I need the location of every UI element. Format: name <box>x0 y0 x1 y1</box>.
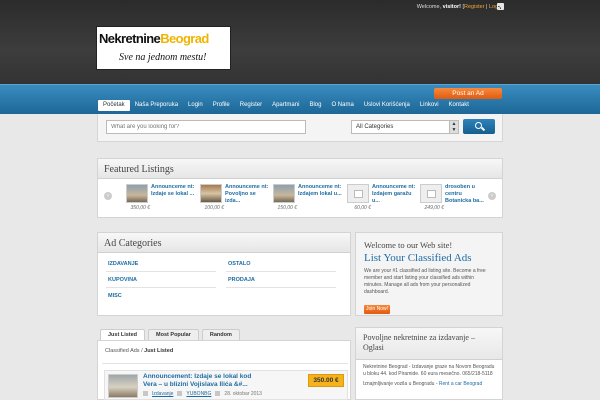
category-link-misc[interactable]: MISC <box>108 293 122 299</box>
featured-item-title[interactable]: drosoben u centru Botanicka ba... <box>445 184 489 205</box>
featured-title: Featured Listings <box>98 159 502 179</box>
welcome-text: Welcome, <box>416 4 443 10</box>
sidebar-ads-text: Nekretnine Beograd - Izdavanje graze na … <box>363 364 495 377</box>
join-now-button[interactable]: Join Now! <box>364 305 390 314</box>
nav-pocetak[interactable]: Početak <box>98 100 130 111</box>
featured-item[interactable]: Announceme nt: Povoljno se izda... 100,0… <box>200 184 270 216</box>
featured-item-price: 150,00 € <box>277 205 297 211</box>
listing-category[interactable]: Izdavanje <box>152 391 173 397</box>
category-link-kupovina[interactable]: KUPOVINA <box>108 277 137 283</box>
user-icon <box>177 391 183 396</box>
select-arrows-icon: ▲ ▼ <box>449 121 458 133</box>
nav-nasa-preporuka[interactable]: Naša Preporuka <box>130 100 183 111</box>
sidebar-ads-box: Povoljne nekretnine za izdavanje – Oglas… <box>355 327 503 400</box>
no-image-thumbnail[interactable] <box>420 184 442 203</box>
nav-blog[interactable]: Blog <box>304 100 326 111</box>
divider <box>106 287 216 288</box>
breadcrumb-root[interactable]: Classified Ads <box>105 348 140 354</box>
listing-thumbnail[interactable] <box>126 184 148 203</box>
post-ad-button[interactable]: Post an Ad <box>434 88 502 99</box>
sidebar-ads-text-2: Iznajmljivanje vozila u Beogradu - Rent … <box>356 378 502 387</box>
featured-item-title[interactable]: Announceme nt: Povoljno se izda... <box>225 184 269 205</box>
logo-slogan: Sve na jednom mestu! <box>119 52 207 63</box>
calendar-icon <box>215 391 221 396</box>
breadcrumb: Classified Ads / Just Listed <box>105 348 173 354</box>
user-bar: Welcome, visitor! [Register | Login] <box>417 4 504 10</box>
listing-title[interactable]: Announcement: Izdaje se lokal kod Vera –… <box>143 373 263 389</box>
search-button[interactable] <box>463 119 495 134</box>
price-tag: 350.00 € <box>308 374 344 387</box>
featured-item-title[interactable]: Announceme nt: Izdajem lokal u... <box>298 184 342 198</box>
ad-categories: Ad Categories IZDAVANJE KUPOVINA MISC OS… <box>97 232 351 316</box>
no-image-thumbnail[interactable] <box>347 184 369 203</box>
divider <box>226 287 336 288</box>
nav-o-nama[interactable]: O Nama <box>326 100 358 111</box>
featured-item-price: 60,00 € <box>354 205 371 211</box>
sidebar-ads-title: Povoljne nekretnine za izdavanje – Oglas… <box>356 328 502 360</box>
featured-item-title[interactable]: Announceme nt: Izdaje se lokal ... <box>151 184 195 198</box>
nav-uslovi[interactable]: Uslovi Korišćenja <box>359 100 415 111</box>
nav-login[interactable]: Login <box>183 100 208 111</box>
divider <box>106 271 216 272</box>
tab-most-popular[interactable]: Most Popular <box>148 329 199 340</box>
logo-word-2: Beograd <box>160 31 209 46</box>
breadcrumb-current: Just Listed <box>144 348 174 354</box>
featured-item[interactable]: drosoben u centru Botanicka ba... 249,00… <box>420 184 490 216</box>
category-link-ostalo[interactable]: OSTALO <box>228 261 251 267</box>
folder-icon <box>143 391 148 396</box>
welcome-title: List Your Classified Ads <box>364 252 472 264</box>
category-select[interactable]: All Categories ▲ ▼ <box>351 120 459 134</box>
listing-meta: Izdavanje YUBONBG 28. oktobar 2013 <box>143 391 262 397</box>
tab-just-listed[interactable]: Just Listed <box>100 329 146 340</box>
nav-linkovi[interactable]: Linkovi <box>415 100 444 111</box>
nav-register[interactable]: Register <box>235 100 267 111</box>
nav-kontakt[interactable]: Kontakt <box>444 100 474 111</box>
main-nav: Početak Naša Preporuka Login Profile Reg… <box>98 100 474 111</box>
site-logo[interactable]: NekretnineBeograd Sve na jednom mestu! <box>96 26 231 70</box>
welcome-heading: Welcome to our Web site! <box>364 240 453 250</box>
sidebar-ads-text-2-label: Iznajmljivanje vozila u Beogradu - <box>363 381 439 387</box>
register-link[interactable]: Register <box>464 4 484 10</box>
slider-prev-icon[interactable]: ‹ <box>104 192 112 200</box>
category-link-izdavanje[interactable]: IZDAVANJE <box>108 261 138 267</box>
category-link-prodaja[interactable]: PRODAJA <box>228 277 255 283</box>
featured-item[interactable]: Announceme nt: Izdajem garažu u... 60,00… <box>347 184 417 216</box>
featured-item[interactable]: Announceme nt: Izdajem lokal u... 150,00… <box>273 184 343 216</box>
logo-word-1: Nekretnine <box>99 31 161 46</box>
rent-a-car-link[interactable]: Rent a car Beograd <box>439 381 482 387</box>
listing-author[interactable]: YUBONBG <box>186 391 211 397</box>
site-header: Welcome, visitor! [Register | Login] Nek… <box>0 0 600 84</box>
listing-thumbnail[interactable] <box>200 184 222 203</box>
listing-thumbnail[interactable] <box>108 374 138 398</box>
featured-item-price: 350,00 € <box>130 205 150 211</box>
username: visitor! <box>442 4 461 10</box>
featured-item-price: 100,00 € <box>204 205 224 211</box>
search-bar: All Categories ▲▼ <box>97 114 503 142</box>
main-navbar: Post an Ad Početak Naša Preporuka Login … <box>0 84 600 114</box>
listing-row[interactable]: Announcement: Izdaje se lokal kod Vera –… <box>104 370 348 400</box>
listing-thumbnail[interactable] <box>273 184 295 203</box>
divider <box>102 363 348 364</box>
featured-item-title[interactable]: Announceme nt: Izdajem garažu u... <box>372 184 416 205</box>
featured-item[interactable]: Announceme nt: Izdaje se lokal ... 350,0… <box>126 184 196 216</box>
search-input[interactable] <box>106 120 306 134</box>
welcome-box: Welcome to our Web site! List Your Class… <box>355 232 503 316</box>
nav-profile[interactable]: Profile <box>208 100 235 111</box>
featured-listings: Featured Listings ‹ › Announceme nt: Izd… <box>97 158 503 218</box>
listing-date: 28. oktobar 2013 <box>224 391 262 397</box>
featured-item-price: 249,00 € <box>424 205 444 211</box>
tab-random[interactable]: Random <box>201 329 240 340</box>
placeholder-image-icon <box>354 190 363 198</box>
welcome-description: We are your #1 classified ad listing sit… <box>364 268 486 295</box>
ad-categories-title: Ad Categories <box>98 233 350 253</box>
listing-tabs: Just Listed Most Popular Random <box>100 329 243 340</box>
logo-title: NekretnineBeograd <box>99 31 209 46</box>
category-select-value: All Categories <box>356 124 394 130</box>
placeholder-image-icon <box>427 190 436 198</box>
search-icon-handle <box>480 126 486 132</box>
rss-icon[interactable] <box>497 3 504 10</box>
listing-panel: Classified Ads / Just Listed Announcemen… <box>97 340 351 400</box>
divider <box>226 271 336 272</box>
nav-apartmani[interactable]: Apartmani <box>267 100 304 111</box>
